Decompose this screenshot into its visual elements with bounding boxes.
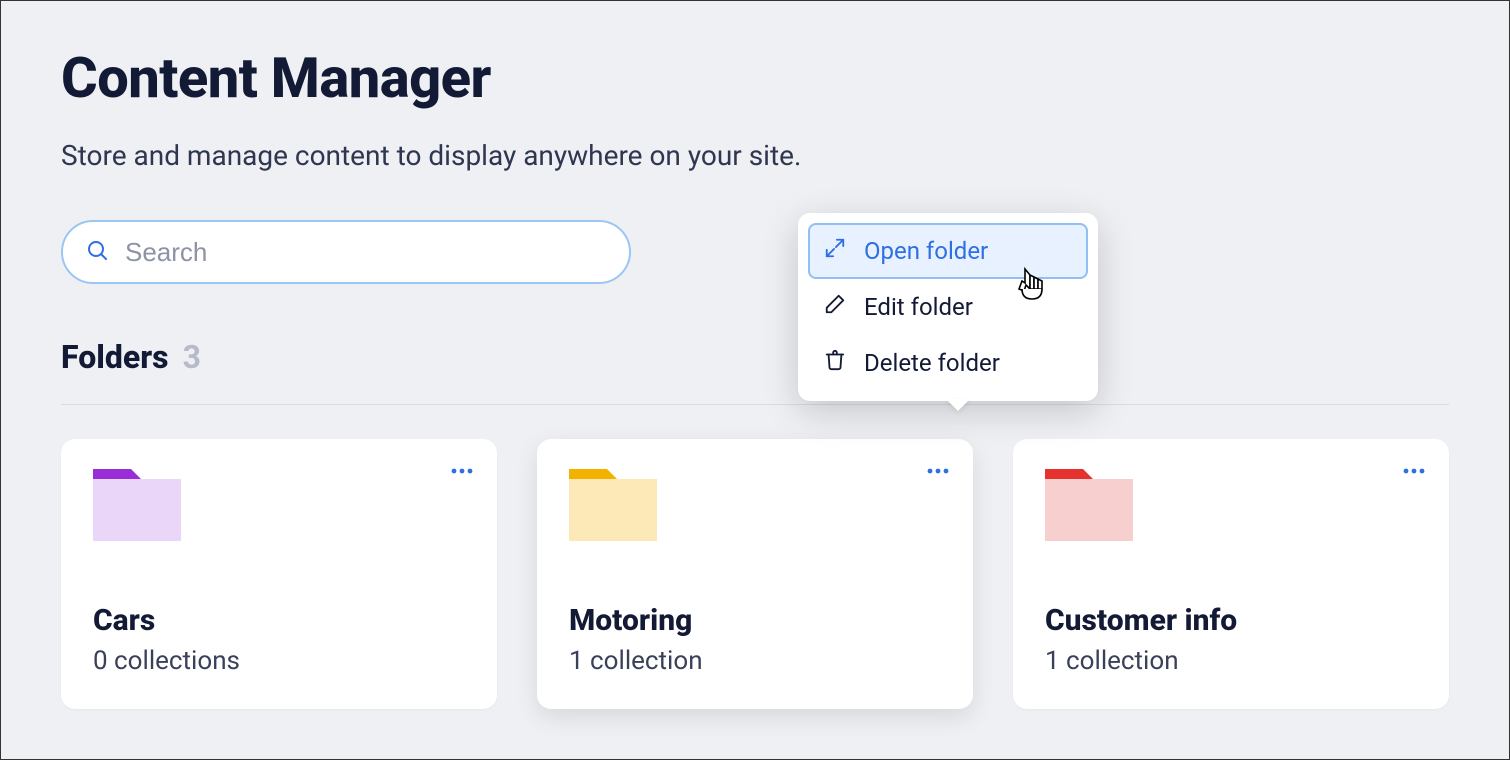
menu-item-label: Open folder [864, 237, 988, 265]
folder-icon [1045, 469, 1133, 541]
folders-label: Folders [61, 338, 169, 376]
search-icon [85, 238, 109, 266]
divider [61, 404, 1449, 405]
menu-item-open-folder[interactable]: Open folder [808, 223, 1088, 279]
more-button[interactable] [923, 461, 953, 481]
pencil-icon [824, 293, 846, 321]
folders-header: Folders 3 [61, 338, 1449, 376]
menu-item-delete-folder[interactable]: Delete folder [808, 335, 1088, 391]
page-title: Content Manager [61, 45, 1449, 111]
menu-item-edit-folder[interactable]: Edit folder [808, 279, 1088, 335]
folder-subtitle: 1 collection [1045, 646, 1417, 676]
folder-icon [93, 469, 181, 541]
search-input[interactable] [125, 237, 607, 268]
menu-item-label: Edit folder [864, 293, 973, 321]
folder-name: Cars [93, 603, 465, 638]
folder-subtitle: 0 collections [93, 646, 465, 676]
expand-icon [824, 237, 846, 265]
folder-name: Motoring [569, 603, 941, 638]
folders-count: 3 [183, 338, 201, 376]
trash-icon [824, 349, 846, 377]
page-subtitle: Store and manage content to display anyw… [61, 139, 1449, 172]
folder-card-customer-info[interactable]: Customer info 1 collection [1013, 439, 1449, 709]
folder-icon [569, 469, 657, 541]
menu-item-label: Delete folder [864, 349, 1000, 377]
search-field[interactable] [61, 220, 631, 284]
folder-card-motoring[interactable]: Motoring 1 collection [537, 439, 973, 709]
folder-subtitle: 1 collection [569, 646, 941, 676]
folder-card-cars[interactable]: Cars 0 collections [61, 439, 497, 709]
more-button[interactable] [1399, 461, 1429, 481]
folder-cards: Cars 0 collections Motoring 1 collection [61, 439, 1449, 709]
folder-name: Customer info [1045, 603, 1417, 638]
context-menu: Open folder Edit folder Delete folder [798, 213, 1098, 401]
more-button[interactable] [447, 461, 477, 481]
content-manager-page: Content Manager Store and manage content… [1, 1, 1509, 709]
